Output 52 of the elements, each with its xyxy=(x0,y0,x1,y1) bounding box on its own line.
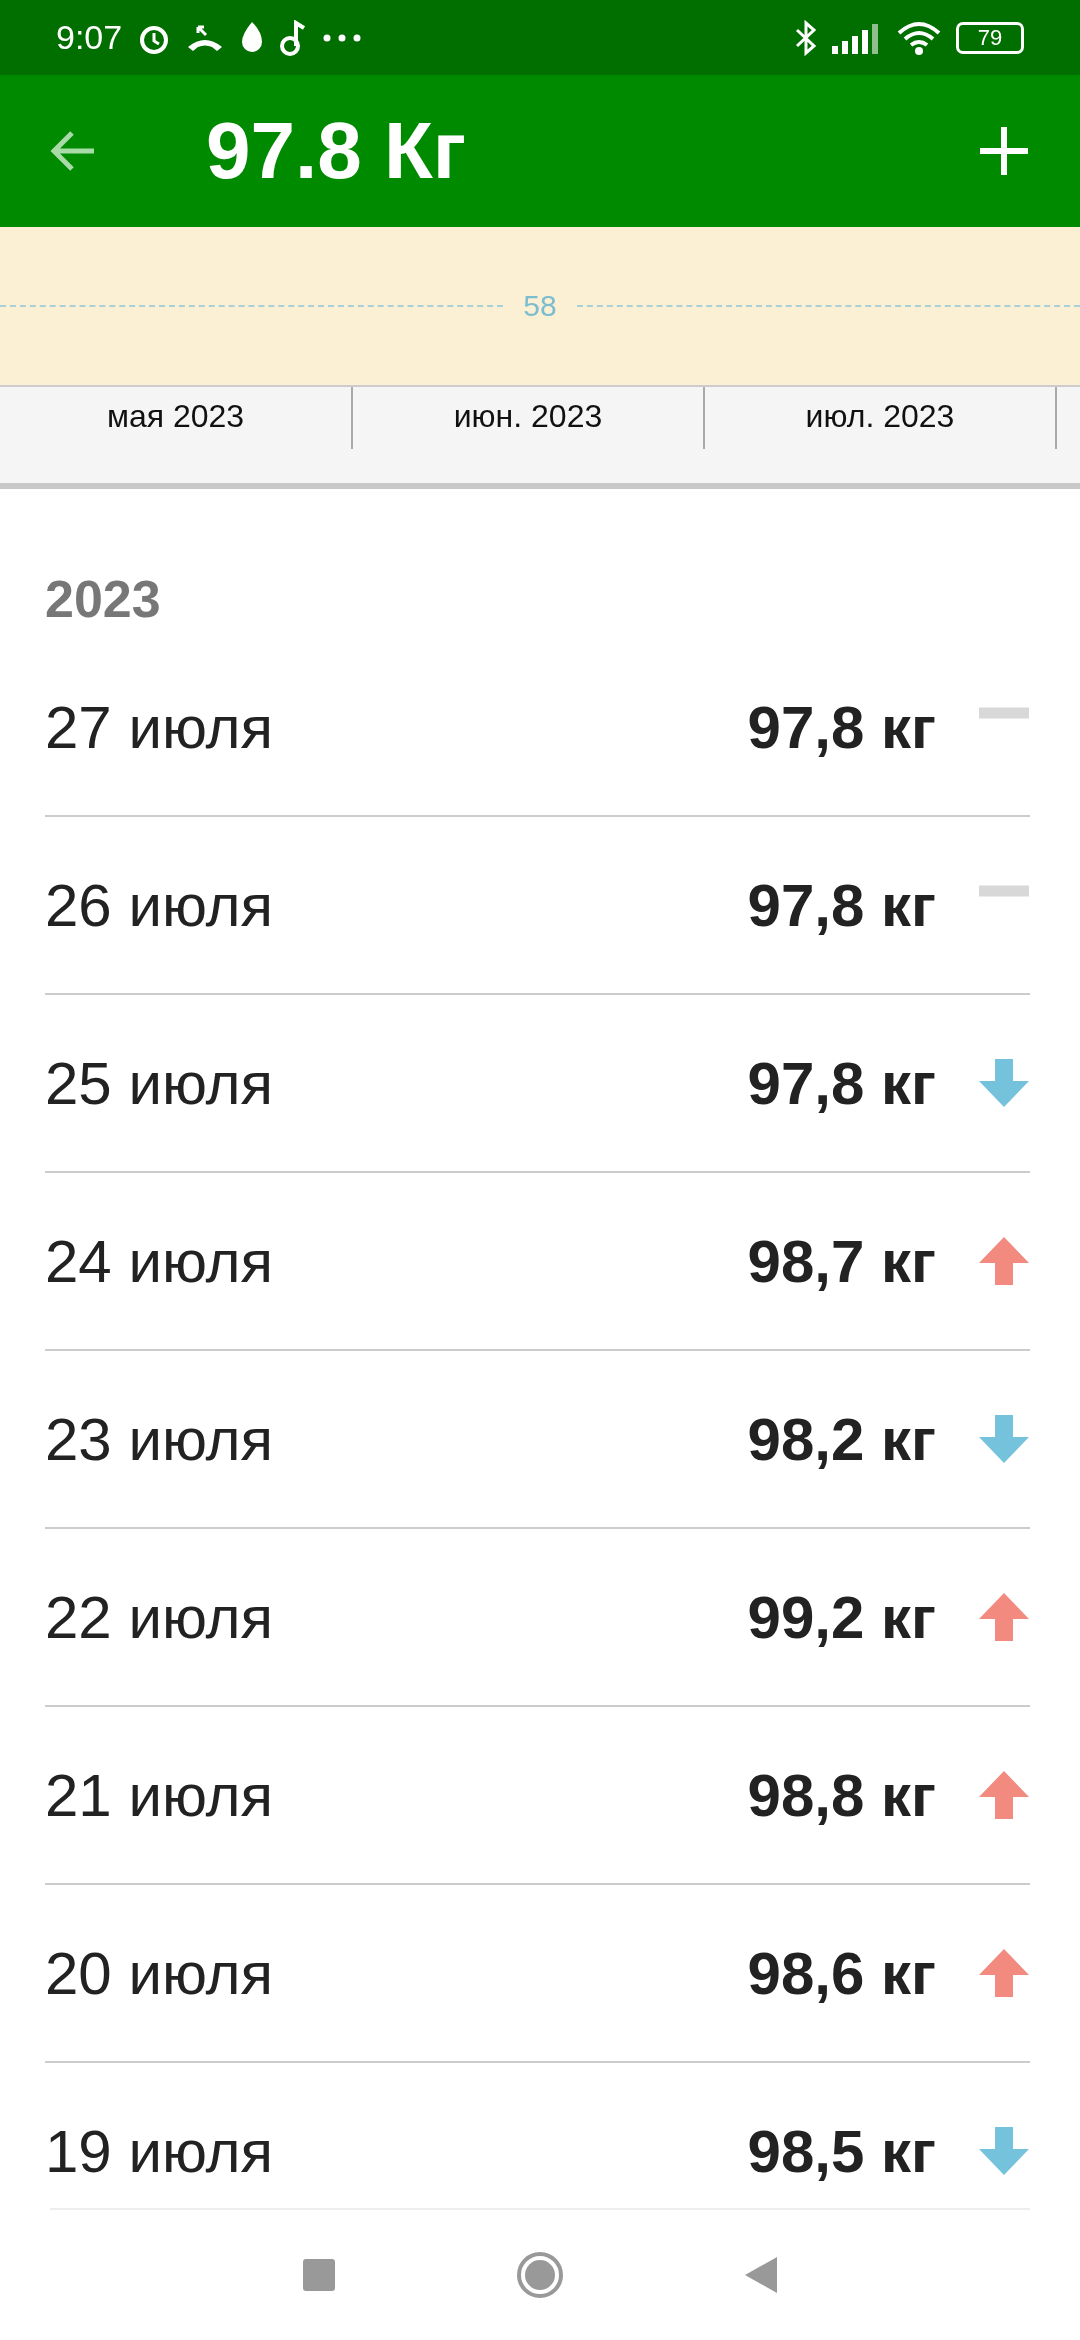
weight-entry[interactable]: 20 июля 98,6 кг xyxy=(45,1885,1030,2063)
entry-weight: 98,7 кг xyxy=(747,1226,936,1296)
weight-entry[interactable]: 26 июля 97,8 кг xyxy=(45,817,1030,995)
dash-icon xyxy=(978,707,1030,719)
entry-weight: 97,8 кг xyxy=(747,1048,936,1118)
weight-entry[interactable]: 21 июля 98,8 кг xyxy=(45,1707,1030,1885)
wifi-icon xyxy=(896,20,942,55)
entry-weight: 98,5 кг xyxy=(747,2116,936,2186)
weight-entry[interactable]: 23 июля 98,2 кг xyxy=(45,1351,1030,1529)
weight-entry[interactable]: 25 июля 97,8 кг xyxy=(45,995,1030,1173)
entry-date: 20 июля xyxy=(45,1938,275,2008)
entry-date: 27 июля xyxy=(45,692,275,762)
battery-level: 79 xyxy=(977,24,1003,51)
weight-entry[interactable]: 27 июля 97,8 кг xyxy=(45,639,1030,817)
status-time: 9:07 xyxy=(56,18,123,57)
bluetooth-icon xyxy=(794,19,818,56)
down-arrow-icon xyxy=(978,2125,1030,2177)
entry-date: 25 июля xyxy=(45,1048,275,1118)
weight-entry[interactable]: 24 июля 98,7 кг xyxy=(45,1173,1030,1351)
more-icon xyxy=(322,32,363,43)
entry-weight: 97,8 кг xyxy=(747,692,936,762)
up-arrow-icon xyxy=(978,1769,1030,1821)
up-arrow-icon xyxy=(978,1947,1030,1999)
add-icon[interactable] xyxy=(978,125,1030,177)
dash-icon xyxy=(978,885,1030,897)
entry-date: 23 июля xyxy=(45,1404,275,1474)
recents-icon[interactable] xyxy=(302,2258,336,2292)
entry-date: 22 июля xyxy=(45,1582,275,1652)
month-label: июл. 2023 xyxy=(705,387,1057,449)
back-icon[interactable] xyxy=(744,2256,778,2294)
entry-weight: 98,8 кг xyxy=(747,1760,936,1830)
entry-weight: 98,6 кг xyxy=(747,1938,936,2008)
up-arrow-icon xyxy=(978,1591,1030,1643)
down-arrow-icon xyxy=(978,1413,1030,1465)
weight-entry[interactable]: 19 июля 98,5 кг xyxy=(45,2063,1030,2208)
entry-weight: 99,2 кг xyxy=(747,1582,936,1652)
back-arrow-icon[interactable] xyxy=(50,131,96,171)
reference-label: 58 xyxy=(523,289,557,323)
entry-weight: 98,2 кг xyxy=(747,1404,936,1474)
entry-date: 19 июля xyxy=(45,2116,275,2186)
home-icon[interactable] xyxy=(516,2251,564,2299)
page-title: 97.8 Кг xyxy=(206,105,468,197)
month-label: июн. 2023 xyxy=(353,387,705,449)
year-header: 2023 xyxy=(45,569,162,630)
weight-entry[interactable]: 22 июля 99,2 кг xyxy=(45,1529,1030,1707)
entry-date: 24 июля xyxy=(45,1226,275,1296)
up-arrow-icon xyxy=(978,1235,1030,1287)
month-label: мая 2023 xyxy=(0,387,353,449)
entry-date: 26 июля xyxy=(45,870,275,940)
entry-weight: 97,8 кг xyxy=(747,870,936,940)
entry-date: 21 июля xyxy=(45,1760,275,1830)
down-arrow-icon xyxy=(978,1057,1030,1109)
